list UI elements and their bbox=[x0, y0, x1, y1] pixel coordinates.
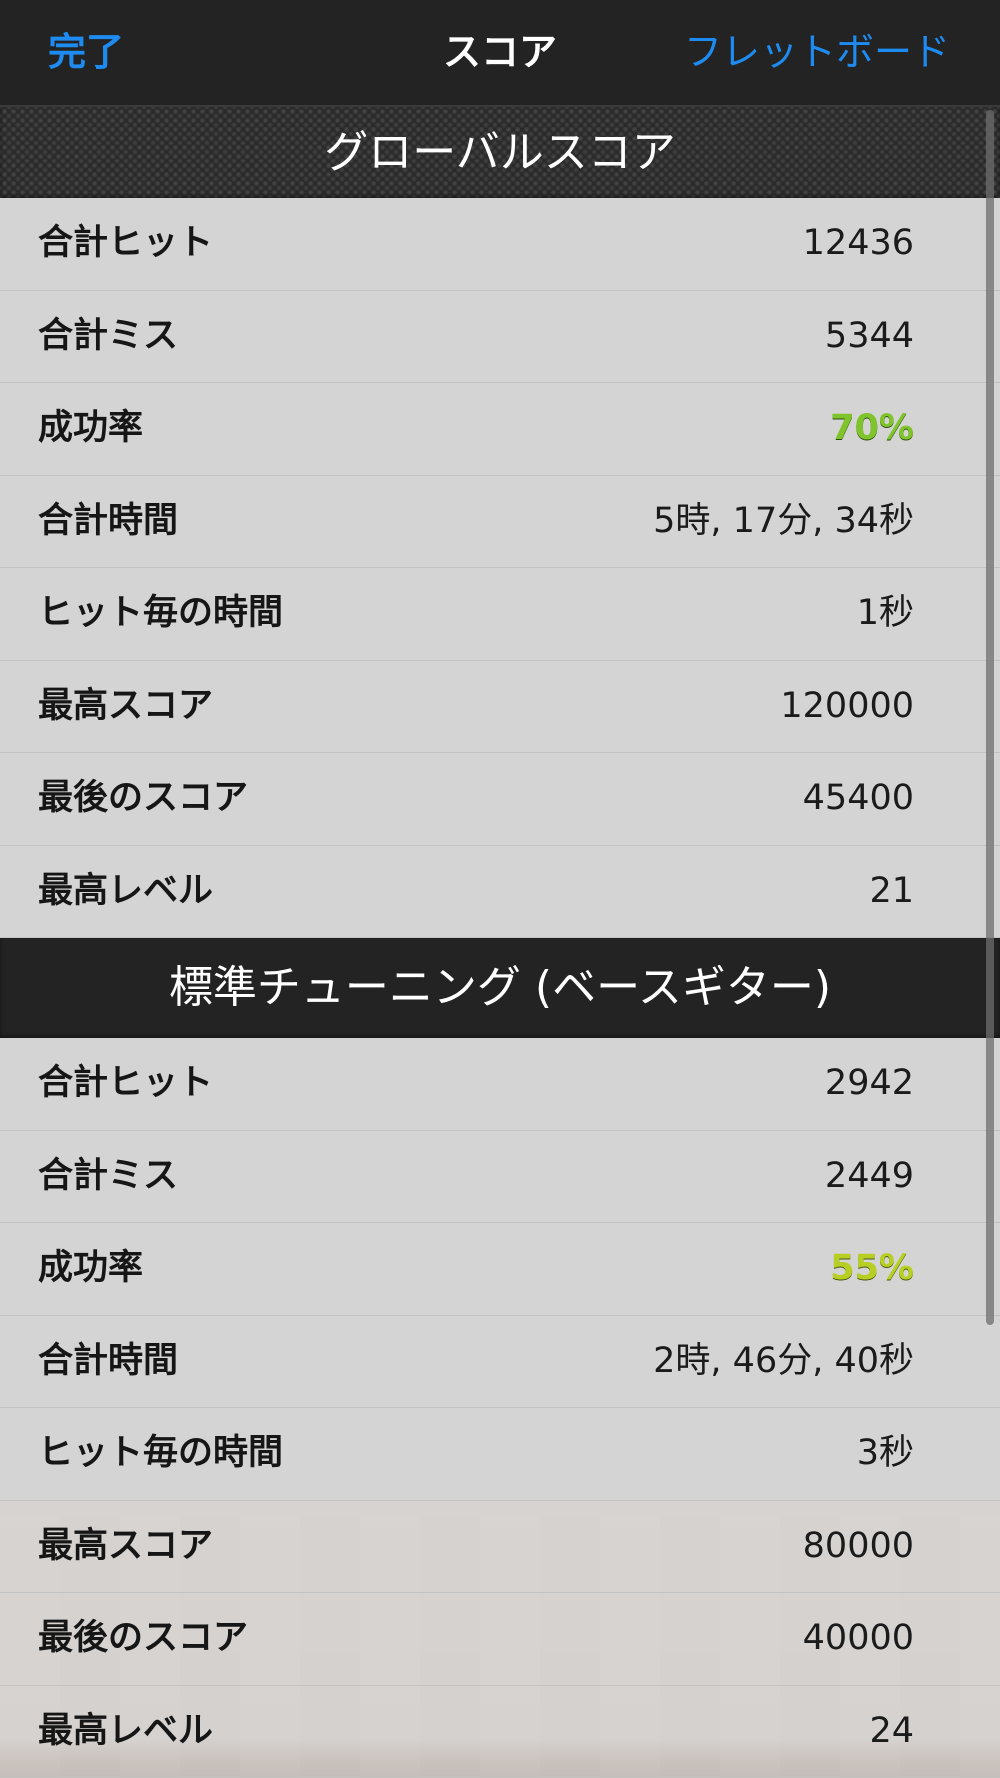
row-label: 最高スコア bbox=[38, 685, 214, 726]
table-row: 合計時間 2時, 46分, 40秒 bbox=[0, 1315, 1000, 1408]
table-row: 最高レベル 21 bbox=[0, 845, 1000, 938]
table-row: 合計時間 5時, 17分, 34秒 bbox=[0, 475, 1000, 568]
table-row: 最高スコア 120000 bbox=[0, 660, 1000, 753]
row-value: 40000 bbox=[802, 1618, 914, 1658]
table-row: 成功率 55% bbox=[0, 1223, 1000, 1316]
row-label: 最後のスコア bbox=[38, 778, 249, 818]
table-row: 合計ヒット 12436 bbox=[0, 198, 1000, 291]
success-rate-value: 70% bbox=[830, 408, 914, 448]
row-label: 最高レベル bbox=[38, 870, 214, 911]
table-row: 最後のスコア 45400 bbox=[0, 753, 1000, 846]
row-label: 合計ヒット bbox=[38, 223, 214, 263]
row-label: 最高レベル bbox=[38, 1710, 214, 1751]
success-rate-value: 55% bbox=[830, 1248, 914, 1288]
row-value: 3秒 bbox=[856, 1433, 914, 1473]
row-value: 24 bbox=[869, 1710, 914, 1751]
row-value: 45400 bbox=[802, 778, 914, 818]
row-value: 5344 bbox=[824, 315, 914, 356]
row-value: 2449 bbox=[824, 1155, 914, 1196]
row-label: 合計ミス bbox=[38, 315, 179, 356]
table-row: 合計ミス 5344 bbox=[0, 290, 1000, 383]
row-label: ヒット毎の時間 bbox=[38, 1433, 284, 1473]
score-list[interactable]: グローバルスコア 合計ヒット 12436 合計ミス 5344 成功率 70% 合… bbox=[0, 107, 1000, 1778]
row-value: 120000 bbox=[780, 685, 914, 726]
table-row: ヒット毎の時間 1秒 bbox=[0, 568, 1000, 661]
row-label: 最高スコア bbox=[38, 1525, 214, 1566]
table-row: 合計ミス 2449 bbox=[0, 1130, 1000, 1223]
section-header-global: グローバルスコア bbox=[0, 107, 1000, 198]
row-label: 合計ミス bbox=[38, 1155, 179, 1196]
fretboard-button[interactable]: フレットボード bbox=[684, 26, 950, 78]
row-value: 21 bbox=[869, 870, 914, 911]
table-row: 最高スコア 80000 bbox=[0, 1500, 1000, 1593]
table-row: 最高レベル 24 bbox=[0, 1685, 1000, 1778]
row-label: 合計時間 bbox=[38, 1340, 179, 1381]
row-label: 成功率 bbox=[38, 1248, 144, 1288]
row-label: 合計時間 bbox=[38, 500, 179, 541]
section-header-bass: 標準チューニング (ベースギター) bbox=[0, 938, 1000, 1038]
lower-rows: 最高スコア 80000 最後のスコア 40000 最高レベル 24 bbox=[0, 1500, 1000, 1778]
done-button[interactable]: 完了 bbox=[48, 26, 124, 78]
row-label: 合計ヒット bbox=[38, 1063, 214, 1103]
row-value: 1秒 bbox=[856, 593, 914, 633]
row-label: 最後のスコア bbox=[38, 1618, 249, 1658]
row-value: 2942 bbox=[824, 1063, 914, 1103]
navigation-bar: 完了 スコア フレットボード bbox=[0, 0, 1000, 107]
table-row: 最後のスコア 40000 bbox=[0, 1593, 1000, 1686]
row-label: ヒット毎の時間 bbox=[38, 593, 284, 633]
table-row: ヒット毎の時間 3秒 bbox=[0, 1408, 1000, 1501]
table-row: 合計ヒット 2942 bbox=[0, 1038, 1000, 1131]
table-row: 成功率 70% bbox=[0, 383, 1000, 476]
row-value: 80000 bbox=[802, 1525, 914, 1566]
row-value: 12436 bbox=[802, 223, 914, 263]
row-value: 2時, 46分, 40秒 bbox=[653, 1340, 914, 1381]
row-label: 成功率 bbox=[38, 408, 144, 448]
row-value: 5時, 17分, 34秒 bbox=[653, 500, 914, 541]
scrollbar[interactable] bbox=[986, 110, 994, 1325]
